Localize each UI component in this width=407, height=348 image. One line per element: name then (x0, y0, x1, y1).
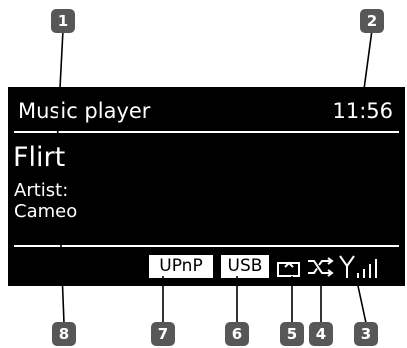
callout-marker-3: 3 (354, 322, 378, 346)
usb-badge: USB (221, 255, 269, 278)
header-divider (14, 131, 399, 133)
callout-marker-1: 1 (51, 9, 75, 33)
callout-marker-7: 7 (151, 322, 175, 346)
upnp-badge: UPnP (149, 255, 213, 278)
track-title: Flirt (13, 142, 66, 173)
shuffle-icon (308, 257, 334, 277)
wifi-signal-icon (339, 255, 377, 278)
callout-marker-4: 4 (309, 322, 333, 346)
callout-marker-5: 5 (280, 322, 304, 346)
clock: 11:56 (332, 99, 393, 123)
playback-source-icon (277, 261, 300, 277)
callout-marker-2: 2 (360, 9, 384, 33)
status-divider (14, 245, 399, 247)
annotated-display-diagram: Music player 11:56 Flirt Artist: Cameo U… (0, 0, 407, 348)
artist-label: Artist: (14, 180, 69, 201)
artist-name: Cameo (14, 201, 78, 222)
callout-marker-8: 8 (52, 322, 76, 346)
callout-marker-6: 6 (225, 322, 249, 346)
screen-title: Music player (18, 99, 151, 123)
